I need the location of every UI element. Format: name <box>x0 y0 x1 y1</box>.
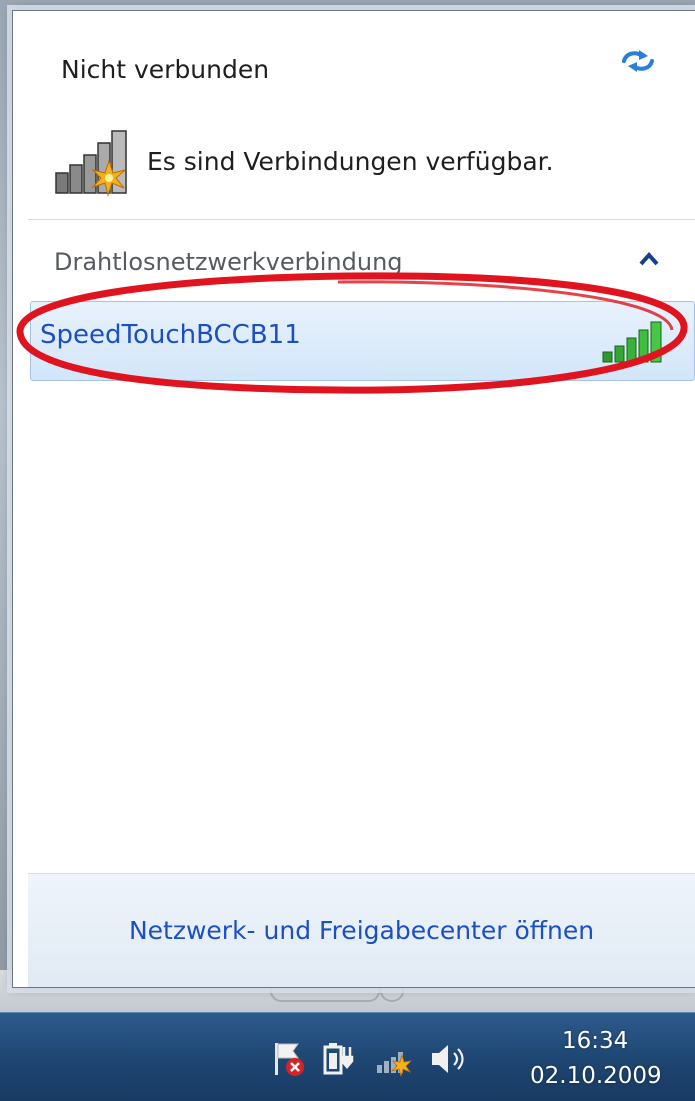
popup-footer: Netzwerk- und Freigabecenter öffnen <box>28 873 695 987</box>
available-networks-icon <box>55 130 127 197</box>
volume-icon[interactable] <box>428 1041 468 1077</box>
network-list-item[interactable]: SpeedTouchBCCB11 <box>30 301 695 381</box>
refresh-icon[interactable] <box>620 47 656 75</box>
chevron-up-icon[interactable] <box>638 251 660 267</box>
network-icon[interactable] <box>375 1043 415 1077</box>
network-sharing-center-link[interactable]: Netzwerk- und Freigabecenter öffnen <box>28 916 695 945</box>
taskbar: 16:34 02.10.2009 <box>0 1012 695 1101</box>
wireless-section-header: Drahtlosnetzwerkverbindung <box>54 248 403 276</box>
connection-status-title: Nicht verbunden <box>61 55 270 84</box>
signal-strength-icon <box>602 321 662 363</box>
network-connections-popup: Nicht verbunden Es sind Verbindungen ver… <box>12 10 695 988</box>
clock-date[interactable]: 02.10.2009 <box>530 1063 662 1089</box>
section-divider <box>28 219 695 220</box>
action-center-flag-icon[interactable] <box>272 1041 306 1077</box>
power-icon[interactable] <box>322 1041 356 1077</box>
network-ssid: SpeedTouchBCCB11 <box>40 320 301 350</box>
availability-message: Es sind Verbindungen verfügbar. <box>147 147 554 176</box>
clock-time[interactable]: 16:34 <box>562 1028 628 1054</box>
